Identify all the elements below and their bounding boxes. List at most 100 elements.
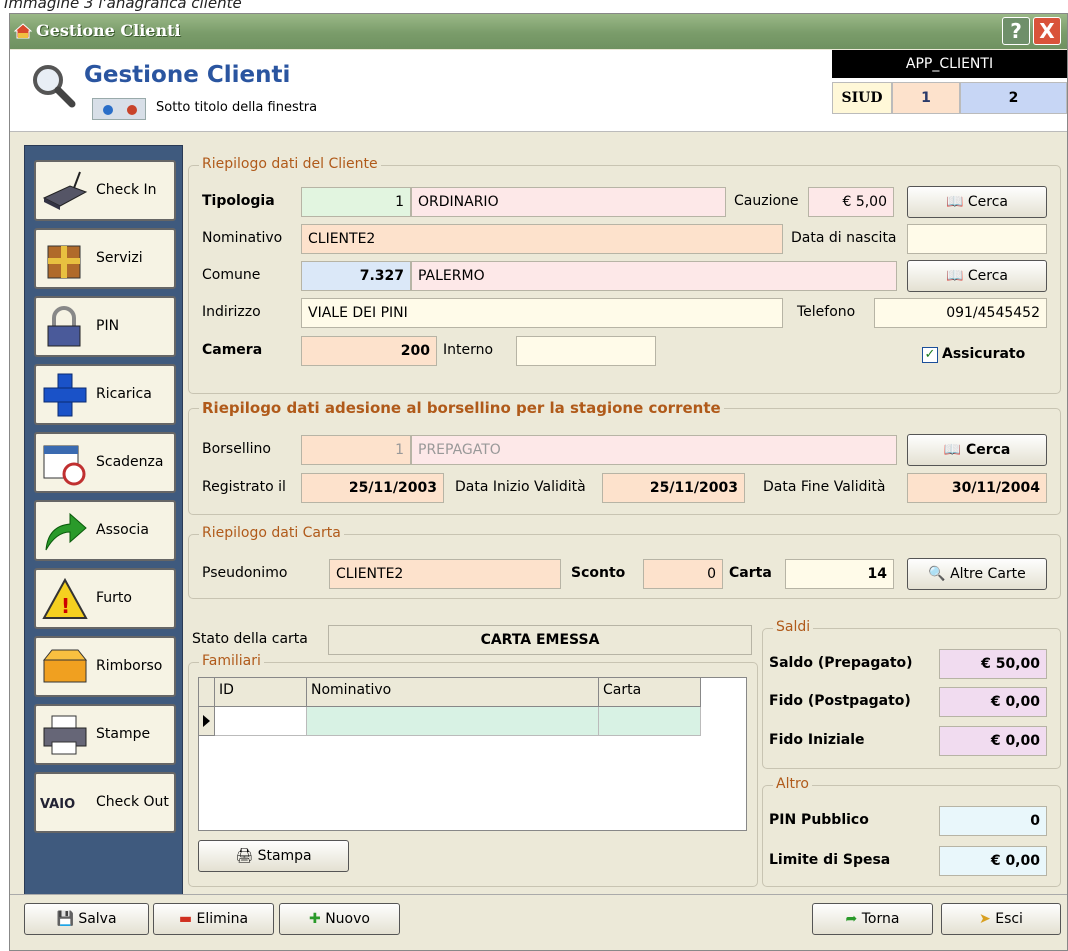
torna-button[interactable]: ➦ Torna — [812, 903, 933, 935]
comune-value-field[interactable]: PALERMO — [411, 261, 897, 291]
indirizzo-field[interactable]: VIALE DEI PINI — [301, 298, 783, 328]
registrato-field[interactable]: 25/11/2003 — [301, 473, 444, 503]
plus-icon — [40, 372, 90, 418]
magnifier-small-icon: 🔍 — [928, 566, 946, 582]
nominativo-field[interactable]: CLIENTE2 — [301, 224, 783, 254]
torna-label: Torna — [861, 911, 900, 927]
borsellino-code-field[interactable]: 1 — [301, 435, 411, 465]
svg-text:!: ! — [61, 594, 70, 618]
sidebar-item-stampe[interactable]: Stampe — [34, 704, 176, 765]
inizio-label: Data Inizio Validità — [455, 479, 586, 495]
elimina-button[interactable]: ▬ Elimina — [153, 903, 274, 935]
assicurato-checkbox[interactable]: ✓ — [922, 347, 938, 363]
altro-legend: Altro — [773, 776, 812, 792]
esci-button[interactable]: ➤ Esci — [941, 903, 1061, 935]
sidebar-item-label: Furto — [96, 590, 132, 606]
saldo-field: € 50,00 — [939, 649, 1047, 679]
fido-iniziale-label: Fido Iniziale — [769, 732, 865, 748]
carta-legend: Riepilogo dati Carta — [199, 525, 344, 541]
title-bar: Gestione Clienti ? X — [10, 14, 1067, 49]
stampa-label: Stampa — [257, 848, 312, 864]
table-cell[interactable] — [599, 707, 701, 736]
app-icon — [13, 22, 33, 40]
sidebar-item-label: Check In — [96, 182, 157, 198]
borsellino-value-field[interactable]: PREPAGATO — [411, 435, 897, 465]
cauzione-label: Cauzione — [734, 193, 799, 209]
stampa-button[interactable]: 🖨 Stampa — [198, 840, 349, 872]
comune-code-field[interactable]: 7.327 — [301, 261, 411, 291]
sidebar-item-label: Scadenza — [96, 454, 164, 470]
page-title: Gestione Clienti — [84, 62, 291, 88]
cerca-tipologia-button[interactable]: 📖 Cerca — [907, 186, 1047, 218]
app-code: APP_CLIENTI — [832, 50, 1067, 78]
sidebar-item-rimborso[interactable]: Rimborso — [34, 636, 176, 697]
column-header-id[interactable]: ID — [215, 678, 307, 707]
carta-field[interactable]: 14 — [785, 559, 894, 589]
sconto-field[interactable]: 0 — [643, 559, 723, 589]
green-plus-icon: ✚ — [309, 911, 321, 927]
close-button[interactable]: X — [1033, 17, 1061, 45]
nascita-field[interactable] — [907, 224, 1047, 254]
camera-field[interactable]: 200 — [301, 336, 437, 366]
fine-field[interactable]: 30/11/2004 — [907, 473, 1047, 503]
cerca-comune-label: Cerca — [967, 268, 1008, 284]
printer-small-icon: 🖨 — [235, 848, 254, 864]
telefono-field[interactable]: 091/4545452 — [874, 298, 1047, 328]
familiari-legend: Familiari — [199, 653, 264, 669]
inizio-field[interactable]: 25/11/2003 — [602, 473, 745, 503]
header-panel: Gestione Clienti Sotto titolo della fine… — [10, 50, 1067, 132]
minus-icon: ▬ — [178, 911, 193, 927]
sidebar-item-scadenza[interactable]: Scadenza — [34, 432, 176, 493]
borsellino-label: Borsellino — [202, 441, 271, 457]
svg-text:VAIO: VAIO — [40, 797, 75, 812]
pseudonimo-field[interactable]: CLIENTE2 — [329, 559, 561, 589]
registrato-label: Registrato il — [202, 479, 286, 495]
salva-label: Salva — [78, 911, 117, 927]
sidebar-item-check-out[interactable]: VAIO Check Out — [34, 772, 176, 833]
pin-field: 0 — [939, 806, 1047, 836]
cerca-comune-button[interactable]: 📖 Cerca — [907, 260, 1047, 292]
table-cell[interactable] — [307, 707, 599, 736]
sconto-label: Sconto — [571, 565, 626, 581]
cauzione-field[interactable]: € 5,00 — [808, 187, 894, 217]
cash-box-icon — [40, 644, 90, 690]
column-header-carta[interactable]: Carta — [599, 678, 701, 707]
nuovo-button[interactable]: ✚ Nuovo — [279, 903, 400, 935]
help-button[interactable]: ? — [1002, 17, 1030, 45]
cerca-borsellino-label: Cerca — [965, 442, 1011, 458]
sidebar-item-ricarica[interactable]: Ricarica — [34, 364, 176, 425]
sidebar-item-pin[interactable]: PIN — [34, 296, 176, 357]
sidebar-item-furto[interactable]: ! Furto — [34, 568, 176, 629]
table-cell[interactable] — [215, 707, 307, 736]
vaio-logo-icon: VAIO — [40, 780, 90, 826]
esci-label: Esci — [995, 911, 1023, 927]
sidebar-item-servizi[interactable]: Servizi — [34, 228, 176, 289]
book-icon: 📖 — [945, 268, 964, 284]
header-value-1: 1 — [892, 82, 960, 114]
tipologia-code-field[interactable]: 1 — [301, 187, 411, 217]
column-header-nominativo[interactable]: Nominativo — [307, 678, 599, 707]
limite-field: € 0,00 — [939, 846, 1047, 876]
fido-label: Fido (Postpagato) — [769, 693, 911, 709]
pin-label: PIN Pubblico — [769, 812, 869, 828]
sidebar-item-label: Associa — [96, 522, 149, 538]
modem-icon — [40, 168, 90, 214]
altre-carte-button[interactable]: 🔍 Altre Carte — [907, 558, 1047, 590]
interno-field[interactable] — [516, 336, 656, 366]
cerca-tipologia-label: Cerca — [967, 194, 1008, 210]
book-icon: 📖 — [945, 194, 964, 210]
cerca-borsellino-button[interactable]: 📖 Cerca — [907, 434, 1047, 466]
green-arrow-icon — [40, 508, 90, 554]
magnifier-icon — [28, 60, 78, 110]
sidebar-item-check-in[interactable]: Check In — [34, 160, 176, 221]
salva-button[interactable]: 💾 Salva — [24, 903, 149, 935]
sidebar-item-label: Servizi — [96, 250, 143, 266]
interno-label: Interno — [443, 342, 494, 358]
nominativo-label: Nominativo — [202, 230, 283, 246]
sidebar-item-associa[interactable]: Associa — [34, 500, 176, 561]
familiari-grid[interactable]: ID Nominativo Carta — [198, 677, 747, 831]
altre-carte-label: Altre Carte — [950, 566, 1026, 582]
tipologia-value-field[interactable]: ORDINARIO — [411, 187, 726, 217]
fine-label: Data Fine Validità — [763, 479, 886, 495]
sidebar-item-label: Check Out — [96, 794, 169, 810]
